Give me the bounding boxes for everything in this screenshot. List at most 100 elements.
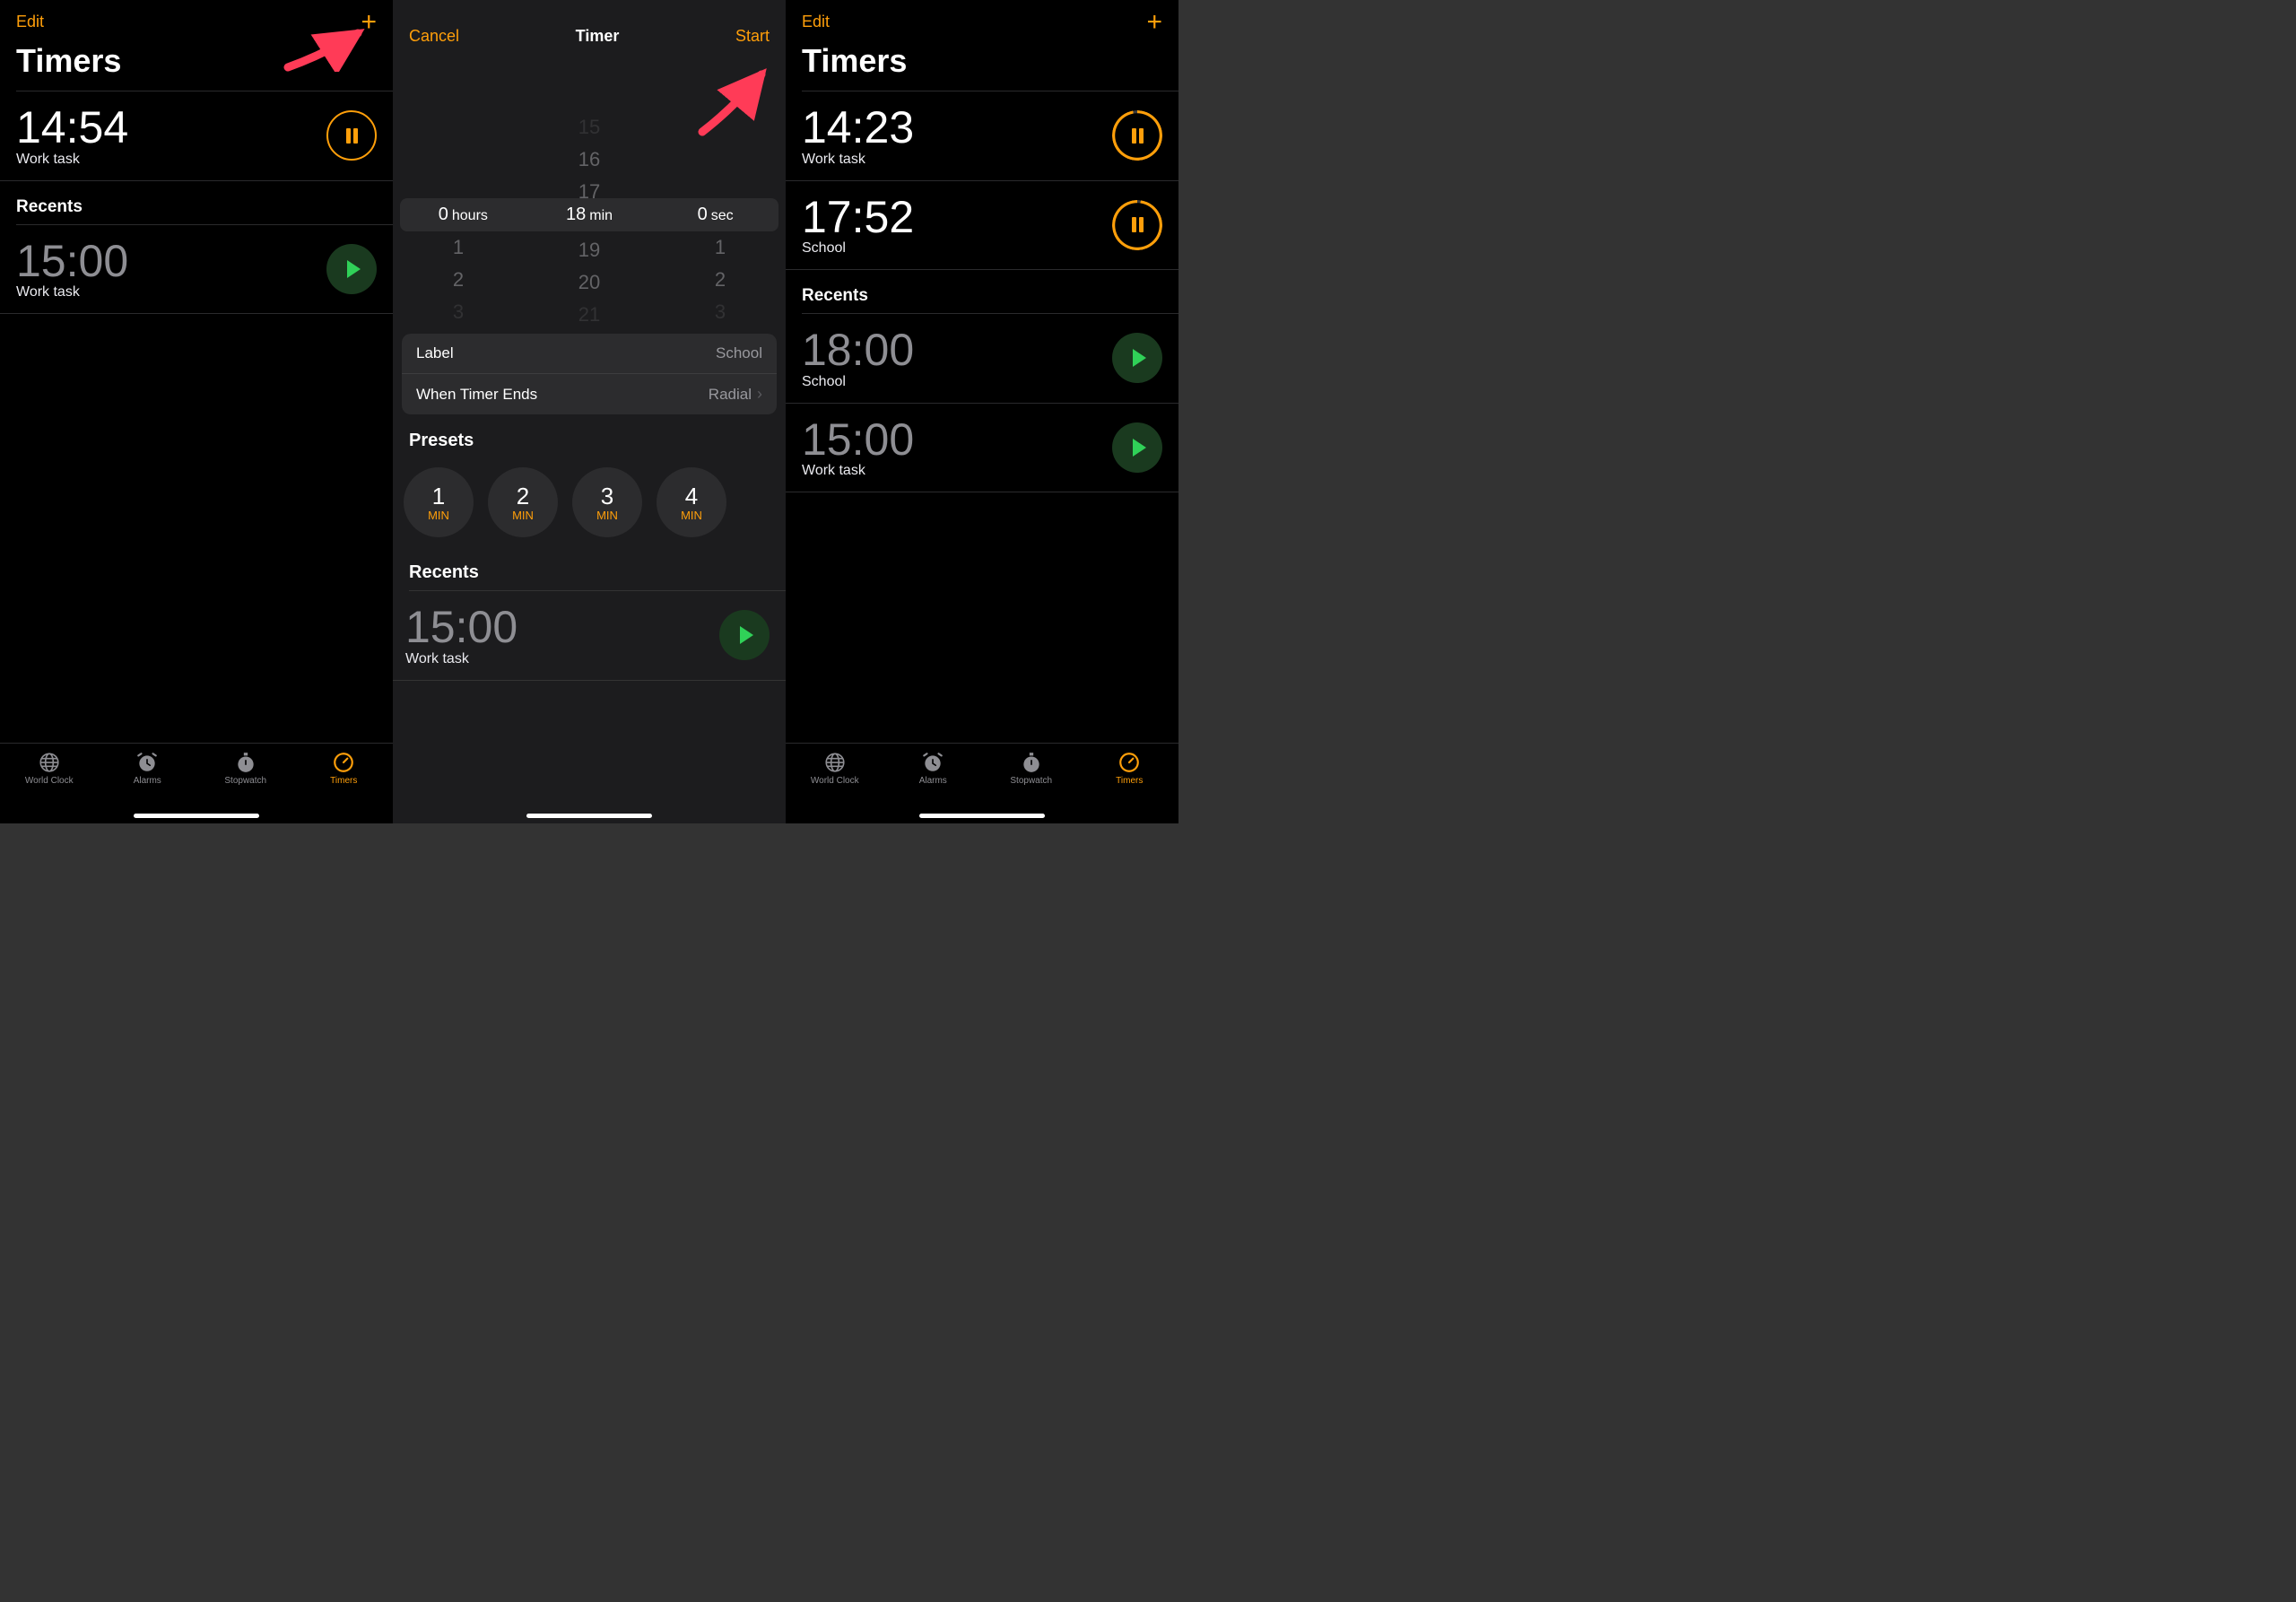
- picker-min-value: 18: [566, 205, 586, 224]
- tab-world-clock[interactable]: World Clock: [786, 751, 884, 805]
- play-button[interactable]: [326, 244, 377, 294]
- tab-bar: World Clock Alarms Stopwatch Timers: [786, 743, 1178, 823]
- picker-hour-option[interactable]: 3: [453, 300, 464, 324]
- annotation-arrow-icon: [281, 27, 370, 72]
- timer-time: 18:00: [802, 326, 1112, 374]
- recent-timer-row[interactable]: 15:00 Work task: [786, 404, 1178, 493]
- running-timer-row[interactable]: 14:54 Work task: [0, 91, 393, 181]
- preset-button[interactable]: 1MIN: [404, 467, 474, 537]
- stopwatch-icon: [234, 751, 257, 774]
- modal-title: Timer: [576, 27, 620, 46]
- running-timer-row[interactable]: 17:52 School: [786, 181, 1178, 271]
- edit-button[interactable]: Edit: [802, 13, 830, 31]
- pause-icon: [346, 128, 358, 144]
- tab-stopwatch[interactable]: Stopwatch: [196, 751, 295, 805]
- annotation-arrow-icon: [693, 67, 774, 139]
- screen-2-new-timer-modal: Cancel Timer Start 1 2 3 15 16 17 19 20 …: [393, 0, 786, 823]
- picker-min-option[interactable]: 21: [578, 303, 600, 326]
- recents-heading: Recents: [393, 546, 786, 590]
- preset-unit: MIN: [512, 509, 534, 522]
- preset-button[interactable]: 2MIN: [488, 467, 558, 537]
- recent-timer-row[interactable]: 15:00 Work task: [393, 591, 786, 681]
- picker-sec-option[interactable]: 3: [715, 300, 726, 324]
- modal-nav-bar: Cancel Timer Start: [393, 0, 786, 53]
- tab-alarms[interactable]: Alarms: [884, 751, 983, 805]
- globe-icon: [38, 751, 61, 774]
- tab-alarms[interactable]: Alarms: [99, 751, 197, 805]
- tab-bar: World Clock Alarms Stopwatch Timers: [0, 743, 393, 823]
- recent-timer-row[interactable]: 15:00 Work task: [0, 225, 393, 315]
- home-indicator[interactable]: [919, 814, 1045, 818]
- home-indicator[interactable]: [134, 814, 259, 818]
- nav-bar: Edit +: [786, 0, 1178, 39]
- pause-icon: [1132, 217, 1144, 232]
- tab-label: World Clock: [811, 776, 859, 786]
- tab-timers[interactable]: Timers: [1081, 751, 1179, 805]
- play-button[interactable]: [1112, 333, 1162, 383]
- pause-button[interactable]: [1112, 110, 1162, 161]
- picker-selected-row: 0hours 18min 0sec: [400, 198, 778, 231]
- picker-hours-unit: hours: [452, 208, 488, 223]
- picker-sec-option[interactable]: 1: [715, 236, 726, 259]
- timer-label: School: [802, 240, 1112, 257]
- picker-min-option[interactable]: 19: [578, 239, 600, 262]
- pause-button[interactable]: [1112, 200, 1162, 250]
- edit-button[interactable]: Edit: [16, 13, 44, 31]
- pause-button[interactable]: [326, 110, 377, 161]
- alarm-icon: [135, 751, 159, 774]
- alarm-icon: [921, 751, 944, 774]
- preset-unit: MIN: [681, 509, 702, 522]
- picker-min-unit: min: [589, 208, 613, 223]
- screen-1-timers: Edit + Timers 14:54 Work task Recents 15…: [0, 0, 393, 823]
- timer-time: 14:23: [802, 104, 1112, 152]
- presets-row: 1MIN 2MIN 3MIN 4MIN: [393, 458, 786, 546]
- timer-label: Work task: [802, 152, 1112, 168]
- picker-hour-option[interactable]: 2: [453, 268, 464, 292]
- start-button[interactable]: Start: [735, 27, 770, 46]
- picker-min-option[interactable]: 15: [578, 116, 600, 139]
- stopwatch-icon: [1020, 751, 1043, 774]
- timer-time: 14:54: [16, 104, 326, 152]
- preset-button[interactable]: 3MIN: [572, 467, 642, 537]
- picker-sec-unit: sec: [711, 208, 734, 223]
- preset-unit: MIN: [596, 509, 618, 522]
- pause-icon: [1132, 128, 1144, 144]
- preset-number: 3: [601, 483, 613, 510]
- tab-stopwatch[interactable]: Stopwatch: [982, 751, 1081, 805]
- tab-label: World Clock: [25, 776, 74, 786]
- picker-min-option[interactable]: 20: [578, 271, 600, 294]
- screen-3-timers: Edit + Timers 14:23 Work task 17:52 Scho…: [786, 0, 1178, 823]
- play-button[interactable]: [719, 610, 770, 660]
- running-timer-row[interactable]: 14:23 Work task: [786, 91, 1178, 181]
- play-icon: [347, 260, 361, 278]
- globe-icon: [823, 751, 847, 774]
- tab-world-clock[interactable]: World Clock: [0, 751, 99, 805]
- home-indicator[interactable]: [526, 814, 652, 818]
- preset-button[interactable]: 4MIN: [657, 467, 726, 537]
- picker-hour-option[interactable]: 1: [453, 236, 464, 259]
- timer-time: 15:00: [802, 416, 1112, 464]
- play-icon: [1133, 439, 1146, 457]
- timer-label: Work task: [405, 651, 719, 667]
- play-button[interactable]: [1112, 422, 1162, 473]
- preset-unit: MIN: [428, 509, 449, 522]
- tab-label: Timers: [1116, 776, 1143, 786]
- timer-icon: [332, 751, 355, 774]
- play-icon: [1133, 349, 1146, 367]
- recents-heading: Recents: [786, 270, 1178, 313]
- recents-heading: Recents: [0, 181, 393, 224]
- picker-sec-value: 0: [698, 205, 708, 224]
- add-timer-button[interactable]: +: [1146, 14, 1162, 30]
- time-picker[interactable]: 1 2 3 15 16 17 19 20 21 1 2 3 0hours 18m…: [393, 116, 786, 326]
- tab-timers[interactable]: Timers: [295, 751, 394, 805]
- tab-label: Timers: [330, 776, 357, 786]
- picker-min-option[interactable]: 16: [578, 148, 600, 171]
- tab-label: Alarms: [134, 776, 161, 786]
- cancel-button[interactable]: Cancel: [409, 27, 459, 46]
- timer-label: Work task: [16, 152, 326, 168]
- tab-label: Stopwatch: [224, 776, 266, 786]
- page-title: Timers: [786, 39, 1178, 91]
- recent-timer-row[interactable]: 18:00 School: [786, 314, 1178, 404]
- timer-time: 17:52: [802, 194, 1112, 241]
- picker-sec-option[interactable]: 2: [715, 268, 726, 292]
